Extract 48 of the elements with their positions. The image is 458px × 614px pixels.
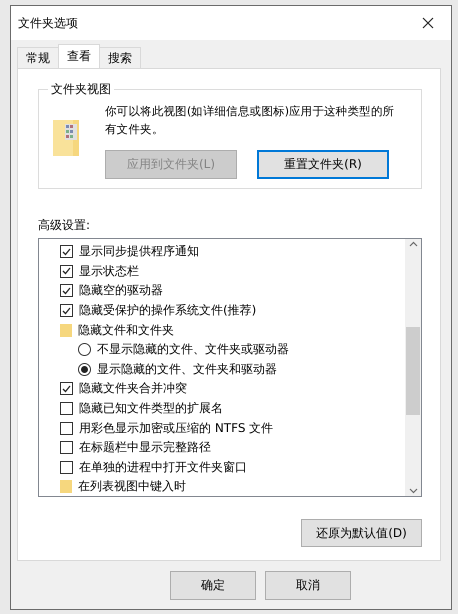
tab[interactable]: 常规 [17, 47, 59, 68]
checkbox[interactable] [60, 284, 73, 298]
setting-label: 用彩色显示加密或压缩的 NTFS 文件 [79, 420, 274, 437]
setting-label: 不显示隐藏的文件、文件夹或驱动器 [97, 341, 289, 358]
checkbox[interactable] [60, 422, 73, 435]
setting-label: 隐藏受保护的操作系统文件(推荐) [79, 302, 256, 320]
setting-label: 隐藏文件和文件夹 [78, 322, 174, 339]
setting-label: 隐藏空的驱动器 [79, 282, 163, 300]
description-text: 你可以将此视图(如详细信息或图标)应用于这种类型的所有文件夹。 [105, 103, 396, 138]
group-title: 文件夹视图 [50, 81, 112, 98]
setting-label: 显示隐藏的文件、文件夹和驱动器 [97, 360, 277, 378]
checkmark-icon [62, 286, 71, 295]
dialog-button[interactable]: 取消 [265, 571, 351, 600]
checkbox[interactable] [60, 304, 73, 318]
tab[interactable]: 查看 [58, 44, 100, 68]
setting-label: 在标题栏中显示完整路径 [79, 439, 211, 456]
tab[interactable]: 搜索 [99, 47, 141, 68]
checkbox[interactable] [60, 245, 73, 258]
setting-label: 显示状态栏 [79, 262, 139, 280]
chevron-up-icon [408, 241, 418, 247]
checkmark-icon [62, 248, 71, 256]
radio-button[interactable] [78, 343, 91, 356]
folder-icon [60, 480, 72, 494]
checkbox[interactable] [60, 264, 73, 278]
radio-button[interactable] [78, 362, 91, 376]
scrollbar[interactable] [405, 239, 421, 496]
checkmark-icon [62, 306, 71, 315]
setting-label: 显示同步提供程序通知 [79, 243, 199, 260]
checkbox[interactable] [60, 460, 73, 474]
scrollbar-thumb[interactable] [406, 327, 420, 415]
setting-label: 隐藏文件夹合并冲突 [79, 380, 187, 398]
checkmark-icon [62, 384, 71, 393]
checkmark-icon [62, 267, 71, 276]
restore-defaults-button[interactable]: 还原为默认值(D) [301, 519, 422, 547]
close-icon [422, 17, 434, 29]
checkbox[interactable] [60, 382, 73, 396]
setting-label: 在单独的进程中打开文件夹窗口 [79, 458, 247, 476]
folder-icon [53, 120, 79, 156]
dialog-button[interactable]: 确定 [170, 571, 256, 600]
folder-icon [60, 324, 72, 337]
setting-label: 在列表视图中键入时 [78, 478, 186, 496]
folder-view-button[interactable]: 重置文件夹(R) [257, 150, 389, 179]
checkbox[interactable] [60, 402, 73, 416]
section-label: 高级设置: [38, 217, 92, 234]
chevron-down-icon [408, 488, 418, 494]
window-title: 文件夹选项 [18, 14, 78, 32]
checkbox[interactable] [60, 441, 73, 454]
setting-label: 隐藏已知文件类型的扩展名 [79, 400, 223, 418]
